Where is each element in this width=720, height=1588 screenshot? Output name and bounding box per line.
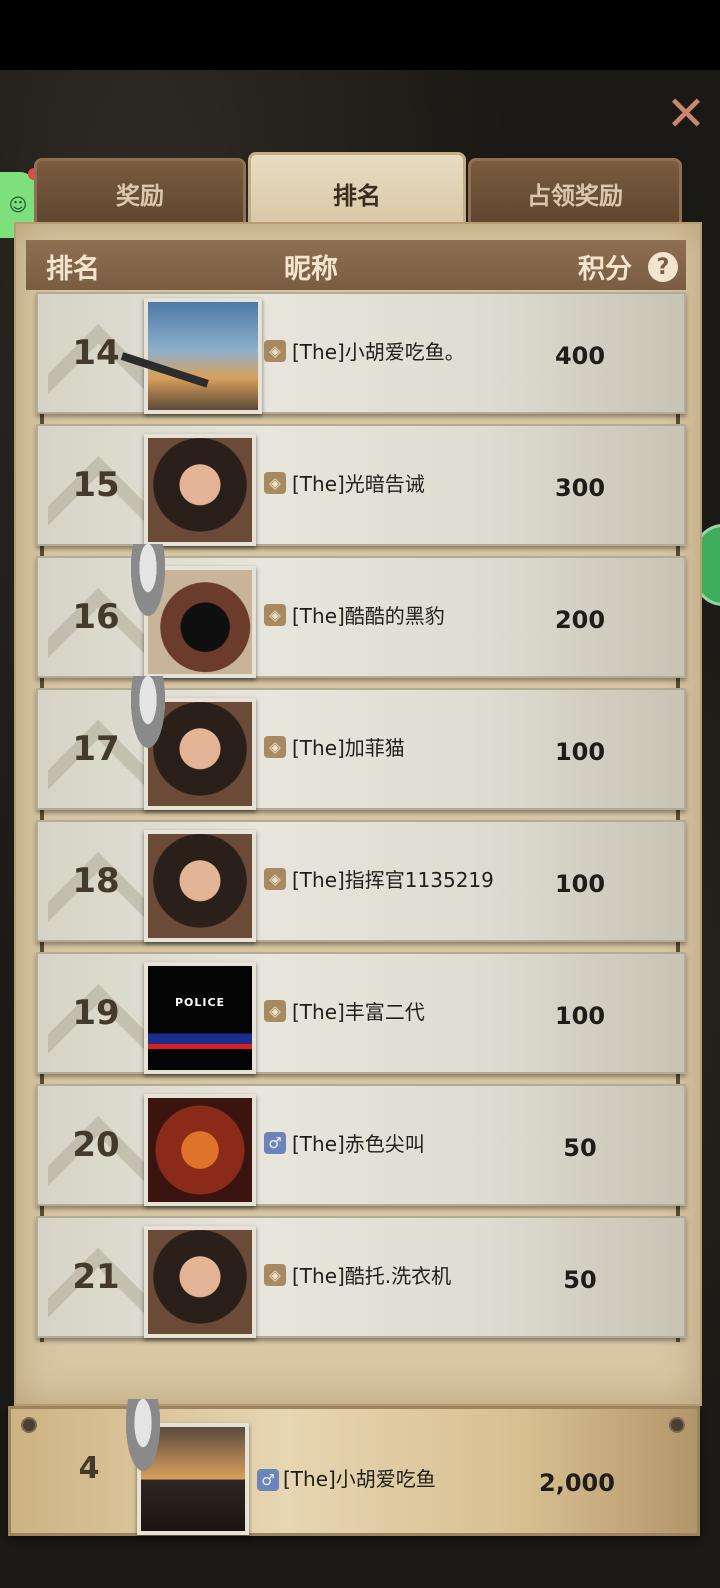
row-score: 50 (563, 1266, 597, 1294)
row-rank: 15 (72, 465, 120, 505)
ranking-row[interactable]: 19 POLICE ◈ [The]丰富二代 100 (36, 952, 686, 1074)
ranking-row[interactable]: 15 ◈ [The]光暗告诫 300 (36, 424, 686, 546)
tab-ranking-label: 排名 (333, 181, 381, 210)
mascot-icon: ☺ (8, 194, 28, 216)
hidden-eye-icon: ◈ (264, 736, 286, 758)
row-score: 100 (554, 738, 606, 766)
row-rank: 20 (72, 1125, 120, 1165)
police-badge-text: POLICE (174, 996, 226, 1009)
hidden-eye-icon: ◈ (264, 340, 286, 362)
hidden-eye-icon: ◈ (264, 604, 286, 626)
row-score: 50 (563, 1134, 597, 1162)
ranking-row[interactable]: 21 ◈ [The]酷托.洗衣机 50 (36, 1216, 686, 1338)
row-score: 400 (554, 342, 606, 370)
row-score: 100 (554, 1002, 606, 1030)
row-rank: 18 (72, 861, 120, 901)
hidden-eye-icon: ◈ (264, 868, 286, 890)
row-player-name: [The]赤色尖叫 (292, 1132, 425, 1156)
dragon-avatar[interactable] (144, 1094, 256, 1206)
hidden-eye-icon: ◈ (264, 1264, 286, 1286)
fighter-jet-avatar[interactable] (144, 298, 262, 414)
hidden-eye-icon: ◈ (264, 1000, 286, 1022)
tab-occupation-rewards-label: 占领奖励 (527, 181, 623, 210)
horse-statue-frame-icon (123, 1399, 163, 1479)
male-icon: ♂ (264, 1132, 286, 1154)
ranking-row[interactable]: 18 ◈ [The]指挥官1135219 100 (36, 820, 686, 942)
horse-statue-frame-icon (128, 544, 168, 624)
ranking-row[interactable]: 17 ◈ [The]加菲猫 100 (36, 676, 686, 810)
question-icon[interactable]: ? (648, 252, 678, 282)
row-player-name: [The]指挥官1135219 (292, 868, 494, 892)
row-player-name: [The]酷托.洗衣机 (292, 1264, 452, 1288)
row-score: 100 (554, 870, 606, 898)
row-score: 300 (554, 474, 606, 502)
my-score: 2,000 (539, 1469, 615, 1497)
ranking-row[interactable]: 20 ♂ [The]赤色尖叫 50 (36, 1084, 686, 1206)
status-bar-area (0, 0, 720, 70)
row-player-name: [The]光暗告诫 (292, 472, 425, 496)
my-player-name: [The]小胡爱吃鱼 (283, 1467, 436, 1491)
horse-statue-frame-icon (128, 676, 168, 756)
row-score: 200 (554, 606, 606, 634)
woman-portrait-avatar[interactable] (144, 1226, 256, 1338)
hidden-eye-icon: ◈ (264, 472, 286, 494)
header-points: 积分 (578, 254, 632, 285)
pin-icon (669, 1417, 685, 1433)
male-icon: ♂ (257, 1469, 279, 1491)
tab-ranking[interactable]: 排名 (248, 152, 466, 231)
header-rank: 排名 (46, 254, 100, 285)
row-player-name: [The]加菲猫 (292, 736, 405, 760)
header-nickname: 昵称 (284, 254, 338, 285)
row-rank: 19 (72, 993, 120, 1033)
close-icon[interactable]: ✕ (664, 90, 708, 138)
row-player-name: [The]丰富二代 (292, 1000, 425, 1024)
row-player-name: [The]小胡爱吃鱼。 (292, 340, 465, 364)
police-avatar[interactable]: POLICE (144, 962, 256, 1074)
ranking-row[interactable]: 14 ◈ [The]小胡爱吃鱼。 400 (36, 292, 686, 414)
row-rank: 14 (72, 333, 120, 373)
woman-portrait-avatar[interactable] (144, 434, 256, 546)
row-rank: 21 (72, 1257, 120, 1297)
tab-occupation-rewards[interactable]: 占领奖励 (468, 158, 682, 228)
tab-rewards-label: 奖励 (116, 181, 164, 210)
ranking-row[interactable]: 16 ◈ [The]酷酷的黑豹 200 (36, 544, 686, 678)
woman-portrait-avatar[interactable] (144, 830, 256, 942)
row-player-name: [The]酷酷的黑豹 (292, 604, 445, 628)
my-rank-bar[interactable]: 4 ♂ [The]小胡爱吃鱼 2,000 (8, 1399, 700, 1536)
tab-rewards[interactable]: 奖励 (34, 158, 246, 228)
